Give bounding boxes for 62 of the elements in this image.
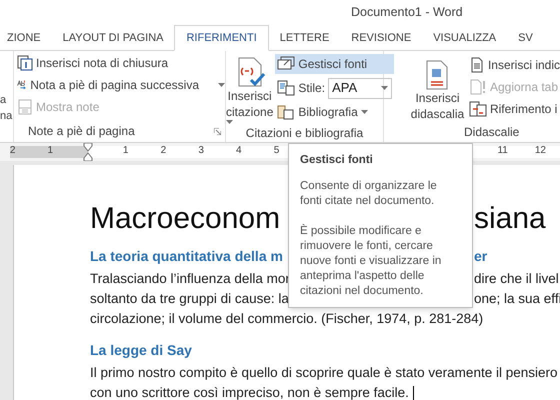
button-label: a — [0, 93, 6, 108]
dropdown-caret-icon — [218, 83, 225, 87]
style-label: Stile: — [298, 80, 326, 97]
show-notes-icon — [17, 99, 33, 115]
ruler-number: 11 — [498, 145, 508, 157]
text-cursor — [412, 386, 414, 400]
ruler-number: 5 — [274, 145, 280, 157]
body-text: Il primo nostro compito è quello di scoprire quale è stato veramente il pensiero — [90, 364, 558, 382]
update-table-icon — [468, 79, 487, 95]
document-title: Macroeconom — [90, 201, 280, 237]
document-heading: La legge di Say — [90, 341, 192, 360]
ribbon-tab[interactable]: SV — [507, 25, 544, 51]
body-text: soltanto da tre gruppi di cause: la — [90, 290, 289, 308]
ribbon-tab[interactable]: LAYOUT DI PAGINA — [52, 25, 174, 51]
manage-sources-button[interactable]: Gestisci fonti — [275, 54, 394, 74]
ruler-number: 1 — [122, 145, 128, 157]
ruler-number: 1 — [48, 145, 54, 157]
insert-caption-button[interactable]: Inserisci didascalia — [409, 54, 466, 122]
document-title: siana — [474, 201, 546, 237]
button-label: na — [0, 109, 12, 124]
ribbon-tab[interactable]: ZIONE — [0, 25, 52, 51]
ribbon-button[interactable]: Inserisci nota di chiusura — [17, 54, 225, 72]
ribbon-tab[interactable]: LETTERE — [268, 25, 340, 51]
ribbon-tab[interactable]: VISUALIZZA — [422, 25, 508, 51]
body-text: dire che il livel — [474, 270, 559, 288]
document-heading: er — [474, 247, 488, 266]
tooltip-text: Consente di organizzare le fonti citate nel documento. — [300, 179, 438, 210]
manage-sources-icon — [277, 56, 296, 72]
bibliography-button[interactable]: Bibliografia — [275, 102, 394, 122]
caption-icon — [425, 60, 450, 90]
tooltip-title: Gestisci fonti — [300, 153, 374, 168]
body-text: circolazione; il volume del commercio. (Fischer, 1974, p. 281-284) — [90, 310, 484, 328]
insert-citation-button[interactable]: Inserisci citazione — [226, 54, 274, 124]
document-heading: La teoria quantitativa della m — [90, 247, 283, 266]
ruler-number: 3 — [198, 145, 204, 157]
ruler-number: 12 — [534, 145, 546, 157]
bibliography-icon — [277, 104, 296, 120]
dialog-launcher-icon[interactable] — [214, 128, 221, 134]
index-icon — [468, 57, 485, 73]
ribbon-button[interactable]: Riferimento i — [468, 100, 560, 118]
style-icon — [277, 80, 296, 96]
group-label: Note a piè di pagina — [28, 123, 135, 140]
body-text: Tralasciando l’influenza della mor — [90, 270, 290, 288]
group-label: Didascalie — [464, 124, 520, 141]
dropdown-caret-icon — [226, 120, 233, 124]
ribbon-tab[interactable]: RIFERIMENTI — [174, 25, 269, 51]
endnote-icon — [17, 55, 33, 71]
window-title: Documento1 - Word — [351, 4, 463, 22]
ribbon-button[interactable]: Inserisci indic — [468, 56, 560, 74]
dropdown-caret-icon — [360, 110, 368, 114]
ruler-number: 2 — [10, 145, 16, 157]
ribbon-tab[interactable]: REVISIONE — [340, 25, 422, 51]
body-text: con uno scrittore così impreciso, non è sempre facile. — [90, 384, 409, 400]
cross-reference-icon — [468, 101, 487, 117]
dropdown-caret-icon — [381, 86, 388, 90]
group-label: Citazioni e bibliografia — [246, 125, 364, 142]
indent-marker-icon[interactable] — [83, 143, 93, 161]
style-dropdown[interactable]: APA — [328, 78, 392, 98]
ruler-number: 2 — [160, 145, 166, 157]
ribbon-button[interactable]: Nota a piè di pagina successiva — [17, 76, 225, 94]
ruler-number: 4 — [236, 145, 242, 157]
tooltip-text: È possibile modificare e rimuovere le fonti, cercare nuove fonti e visualizzare in anteprima l'aspetto delle citazioni nel documento. — [300, 224, 442, 300]
